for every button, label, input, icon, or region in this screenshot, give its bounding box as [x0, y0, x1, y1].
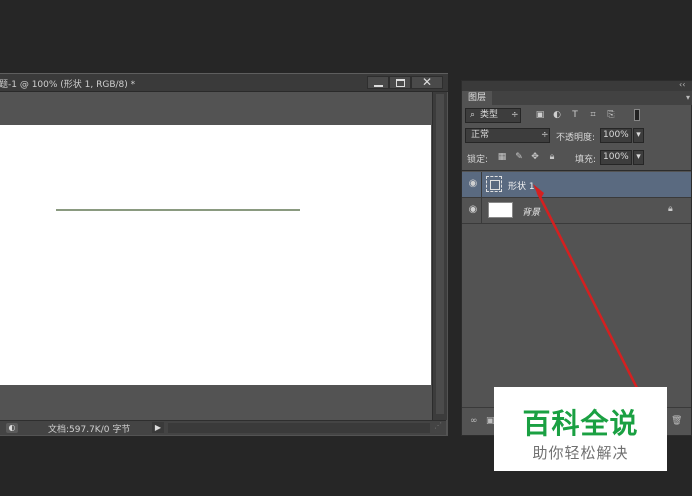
watermark-title: 百科全说	[522, 407, 639, 440]
watermark-box: 百科全说 助你轻松解决	[494, 387, 667, 471]
arrow-line	[536, 191, 639, 390]
arrow-head	[533, 184, 544, 200]
watermark-subtitle: 助你轻松解决	[532, 444, 629, 462]
